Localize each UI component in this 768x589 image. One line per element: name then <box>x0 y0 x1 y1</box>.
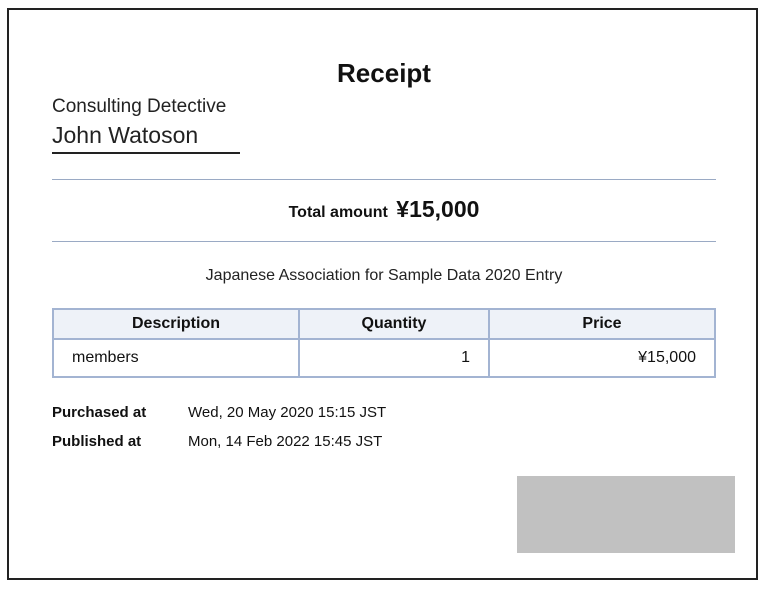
total-amount: Total amount ¥15,000 <box>0 196 768 223</box>
event-description: Japanese Association for Sample Data 202… <box>205 267 563 284</box>
published-label: Published at <box>52 433 142 450</box>
header-quantity: Quantity <box>298 308 490 340</box>
purchased-value: Wed, 20 May 2020 15:15 JST <box>188 404 387 421</box>
recipient-name: John Watoson <box>52 122 199 148</box>
header-price: Price <box>488 308 716 340</box>
published-value: Mon, 14 Feb 2022 15:45 JST <box>188 433 383 450</box>
cell-quantity: 1 <box>298 338 490 378</box>
cell-price: ¥15,000 <box>488 338 716 378</box>
receipt-title: Receipt <box>337 58 431 88</box>
purchased-label: Purchased at <box>52 404 147 421</box>
purchased-info: Purchased at Wed, 20 May 2020 15:15 JST <box>52 404 386 421</box>
total-amount-label: Total amount <box>288 204 388 221</box>
table-header-row: Description Quantity Price <box>52 308 716 340</box>
total-amount-value: ¥15,000 <box>396 196 480 222</box>
recipient-role: Consulting Detective <box>52 96 227 117</box>
divider-top <box>52 179 716 180</box>
table-row: members 1 ¥15,000 <box>52 338 716 378</box>
recipient-underline <box>52 152 240 154</box>
published-info: Published at Mon, 14 Feb 2022 15:45 JST <box>52 433 382 450</box>
cell-description: members <box>52 338 300 378</box>
redacted-stamp <box>517 476 735 553</box>
items-table: Description Quantity Price members 1 ¥15… <box>52 308 716 378</box>
header-description: Description <box>52 308 300 340</box>
divider-bottom <box>52 241 716 242</box>
